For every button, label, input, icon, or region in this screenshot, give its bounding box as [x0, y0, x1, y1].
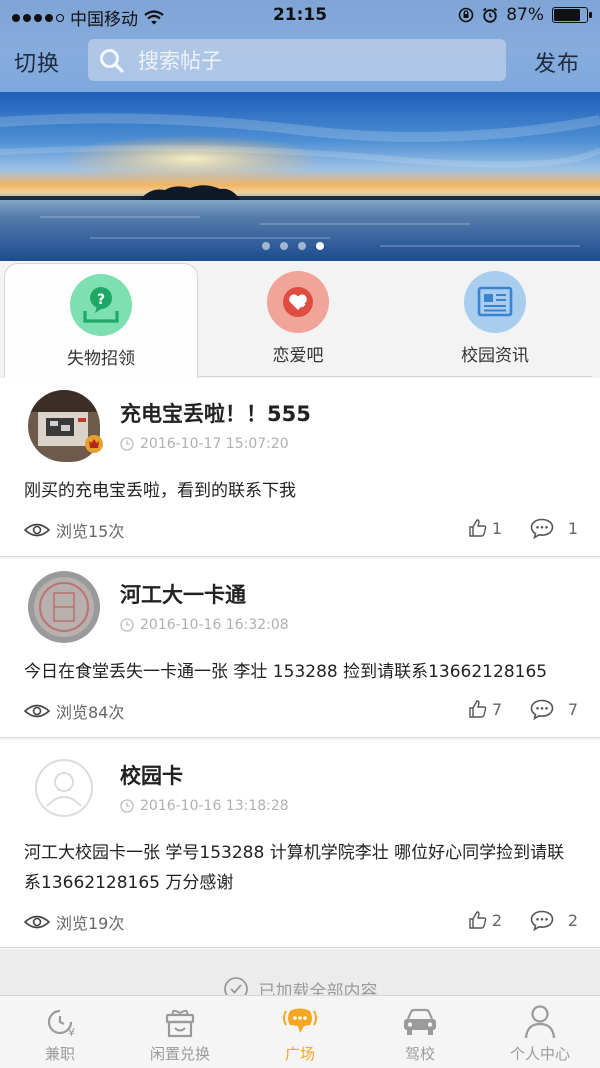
tab-personal-center[interactable]: 个人中心 — [480, 996, 600, 1068]
like-button[interactable]: 2 — [468, 910, 502, 930]
gift-box-icon — [165, 1009, 195, 1038]
lost-found-icon: ? — [70, 274, 132, 336]
tab-plaza[interactable]: 广场 — [240, 996, 360, 1068]
person-icon — [524, 1005, 556, 1039]
battery-percent: 87% — [506, 5, 544, 25]
tab-love[interactable]: 恋爱吧 — [200, 261, 396, 377]
post-body: 河工大校园卡一张 学号153288 计算机学院李壮 哪位好心同学捡到请联系136… — [24, 843, 565, 893]
view-count: 浏览19次 — [24, 910, 124, 934]
tab-idle-exchange[interactable]: 闲置兑换 — [120, 996, 240, 1068]
eye-icon — [24, 523, 50, 537]
like-count: 1 — [491, 518, 502, 538]
pager-dot[interactable] — [316, 242, 324, 250]
post-title[interactable]: 校园卡 — [120, 760, 183, 790]
view-count: 浏览15次 — [24, 518, 124, 542]
default-avatar-icon — [35, 759, 93, 817]
clock-icon — [120, 618, 134, 632]
post-card[interactable]: 校园卡 2016-10-16 13:18:28 河工大校园卡一张 学号15328… — [0, 740, 600, 948]
post-time-text: 2016-10-16 16:32:08 — [140, 617, 289, 633]
post-title[interactable]: 河工大一卡通 — [120, 579, 246, 609]
svg-text:¥: ¥ — [68, 1026, 75, 1039]
banner-pager — [262, 242, 324, 250]
avatar[interactable] — [28, 571, 100, 643]
eye-icon — [24, 704, 50, 718]
broadcast-icon — [283, 1008, 317, 1033]
like-count: 7 — [491, 699, 502, 719]
thumbs-up-icon — [469, 911, 487, 929]
heart-icon — [267, 271, 329, 333]
view-count-text: 浏览19次 — [56, 914, 125, 933]
thumbs-up-icon — [469, 519, 487, 537]
car-icon — [404, 1008, 436, 1035]
like-button[interactable]: 1 — [468, 518, 502, 538]
tab-campus-news[interactable]: 校园资讯 — [397, 261, 593, 377]
status-bar: 中国移动 21:15 87% — [0, 0, 600, 30]
tab-lost-found[interactable]: ? 失物招领 — [4, 263, 198, 379]
clock-icon — [120, 799, 134, 813]
banner-carousel[interactable] — [0, 92, 600, 261]
comment-count: 2 — [567, 911, 578, 930]
post-time: 2016-10-16 16:32:08 — [120, 617, 289, 633]
comment-button[interactable]: 7 — [530, 699, 578, 720]
post-list: 充电宝丢啦！！555 2016-10-17 15:07:20 刚买的充电宝丢啦，… — [0, 378, 600, 950]
tab-label: 闲置兑换 — [149, 1045, 210, 1063]
post-time: 2016-10-16 13:18:28 — [120, 798, 289, 814]
clock-icon — [120, 437, 134, 451]
battery-icon — [552, 7, 592, 23]
pager-dot[interactable] — [298, 242, 306, 250]
pager-dot[interactable] — [280, 242, 288, 250]
navigation-bar: 切换 发布 — [0, 36, 600, 86]
comment-icon — [530, 518, 554, 539]
like-count: 2 — [491, 910, 502, 930]
switch-button[interactable]: 切换 — [14, 46, 60, 78]
category-tabs: ? 失物招领 恋爱吧 校园资讯 — [0, 261, 600, 379]
post-time-text: 2016-10-16 13:18:28 — [140, 798, 289, 814]
load-complete-footer: 已加载全部内容 — [0, 950, 600, 1002]
post-time: 2016-10-17 15:07:20 — [120, 436, 289, 452]
clock-yen-icon: ¥ — [47, 1009, 75, 1039]
pager-dot[interactable] — [262, 242, 270, 250]
view-count: 浏览84次 — [24, 699, 124, 723]
publish-button[interactable]: 发布 — [534, 46, 580, 78]
comment-count: 7 — [567, 700, 578, 719]
post-body: 刚买的充电宝丢啦，看到的联系下我 — [24, 481, 296, 501]
tab-label: 驾校 — [404, 1045, 435, 1063]
search-input[interactable] — [136, 43, 490, 79]
tab-label: 兼职 — [44, 1045, 75, 1063]
post-time-text: 2016-10-17 15:07:20 — [140, 436, 289, 452]
tab-label: 广场 — [284, 1045, 315, 1063]
thumbs-up-icon — [469, 700, 487, 718]
avatar[interactable] — [34, 758, 94, 818]
tab-label: 校园资讯 — [461, 346, 529, 366]
comment-button[interactable]: 1 — [530, 518, 578, 539]
view-count-text: 浏览84次 — [56, 703, 125, 722]
post-card[interactable]: 河工大一卡通 2016-10-16 16:32:08 今日在食堂丢失一卡通一张 … — [0, 559, 600, 738]
comment-count: 1 — [567, 519, 578, 538]
post-card[interactable]: 充电宝丢啦！！555 2016-10-17 15:07:20 刚买的充电宝丢啦，… — [0, 378, 600, 557]
post-title[interactable]: 充电宝丢啦！！555 — [120, 398, 311, 428]
tab-label: 失物招领 — [67, 349, 135, 369]
comment-icon — [530, 910, 554, 931]
alarm-icon — [483, 7, 498, 23]
search-icon — [100, 49, 124, 73]
eye-icon — [24, 915, 50, 929]
tab-part-time[interactable]: ¥ 兼职 — [0, 996, 120, 1068]
tab-label: 恋爱吧 — [272, 346, 324, 366]
svg-text:?: ? — [97, 292, 105, 308]
rotation-lock-icon — [458, 7, 474, 23]
like-button[interactable]: 7 — [468, 699, 502, 719]
news-icon — [464, 271, 526, 333]
search-bar[interactable] — [88, 39, 506, 81]
bottom-tab-bar: ¥ 兼职 闲置兑换 广场 驾校 个人中心 — [0, 995, 600, 1068]
comment-icon — [530, 699, 554, 720]
tab-label: 个人中心 — [509, 1045, 570, 1063]
level-badge-icon — [85, 435, 103, 453]
banner-image — [0, 92, 600, 261]
view-count-text: 浏览15次 — [56, 522, 125, 541]
top-header: 中国移动 21:15 87% 切换 搜索帖子 发布 — [0, 0, 600, 92]
post-body: 今日在食堂丢失一卡通一张 李壮 153288 捡到请联系13662128165 — [24, 662, 548, 682]
comment-button[interactable]: 2 — [530, 910, 578, 931]
tab-driving-school[interactable]: 驾校 — [360, 996, 480, 1068]
